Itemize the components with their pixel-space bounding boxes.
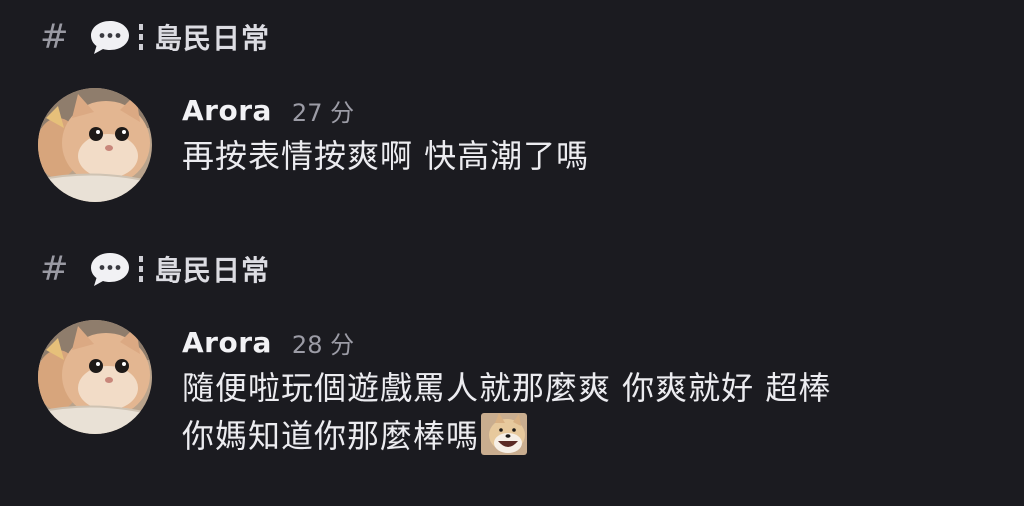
message-text: 你媽知道你那麼棒嗎 [182, 417, 480, 455]
channel-name: 島民日常 [154, 254, 271, 287]
speech-bubble-icon [88, 18, 132, 56]
username[interactable]: Arora [182, 94, 272, 127]
channel-header[interactable]: # 島民日常 [40, 15, 270, 59]
message-text: 隨便啦玩個遊戲罵人就那麼爽 你爽就好 超棒 [182, 369, 832, 407]
cat-avatar[interactable] [38, 320, 152, 434]
speech-bubble-icon [88, 250, 132, 288]
username[interactable]: Arora [182, 326, 272, 359]
message-text-line-2: 你媽知道你那麼棒嗎 [182, 412, 1002, 460]
channel-name: 島民日常 [154, 22, 271, 55]
channel-header[interactable]: # 島民日常 [40, 247, 270, 291]
channel-hash-icon: # [40, 17, 69, 57]
channel-hash-icon: # [40, 249, 69, 289]
laughing-doge-emoji[interactable] [481, 413, 528, 455]
message-text: 再按表情按爽啊 快高潮了嗎 [182, 137, 590, 175]
timestamp: 27 分 [291, 98, 355, 127]
dashed-separator-icon [138, 24, 144, 50]
dashed-separator-icon [138, 256, 144, 282]
timestamp: 28 分 [291, 330, 355, 359]
cat-avatar[interactable] [38, 88, 152, 202]
